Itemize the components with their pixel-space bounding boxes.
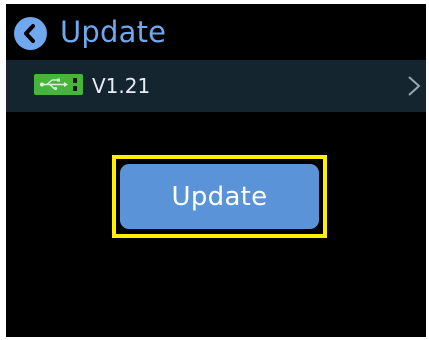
- chevron-right-icon: [408, 76, 421, 96]
- page-title: Update: [60, 15, 167, 49]
- version-row[interactable]: V1.21: [6, 60, 426, 112]
- back-button[interactable]: [14, 17, 47, 50]
- device-screen: Update V1.21 Update: [6, 4, 426, 337]
- chevron-left-icon: [24, 24, 35, 43]
- usb-icon: [34, 74, 83, 95]
- firmware-version: V1.21: [92, 74, 151, 98]
- update-button[interactable]: Update: [120, 164, 319, 229]
- header-bar: Update: [6, 4, 426, 60]
